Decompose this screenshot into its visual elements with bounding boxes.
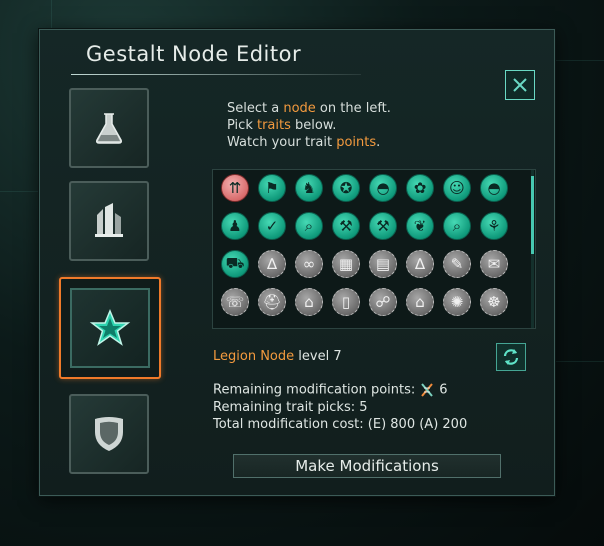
instruction-line-1: Select a node on the left. [227, 101, 391, 116]
trait-button[interactable]: ✪ [332, 174, 360, 202]
wheat-icon: ⚘ [487, 217, 501, 235]
trait-button[interactable]: ⚘ [480, 212, 508, 240]
glasses-icon: ∞ [302, 255, 316, 273]
speech-icon: ✉ [487, 255, 501, 273]
group-icon: ☍ [375, 293, 391, 311]
modification-points: Remaining modification points: 6 [213, 382, 448, 398]
trait-picks: Remaining trait picks: 5 [213, 400, 368, 415]
trait-grid-items: ⇈ ⚑ ♞ ✪ ◓ ✿ ☺ ◓ ♟ ✓ ⌕ ⚒ ⚒ ❦ ⌕ ⚘ ⛟ ∆ ∞ ▦ ▤ ∆ ✎ ✉ ☏ ⛑ ⌂ ▯ ☍ ⌂ ✺ ☸ [221, 174, 510, 316]
thumbs-up-icon: ✓ [265, 217, 279, 235]
trait-button[interactable]: ⇈ [221, 174, 249, 202]
instruction-line-3: Watch your trait points. [227, 135, 381, 150]
trait-button[interactable]: ⛟ [221, 250, 249, 278]
trait-button[interactable]: ⌂ [295, 288, 323, 316]
head-icon: ☺ [449, 179, 465, 197]
crowd-icon: ♟ [228, 217, 242, 235]
instructions: Select a node on the left. Pick traits b… [227, 100, 391, 151]
trait-button[interactable]: ◓ [369, 174, 397, 202]
cap-icon: ◓ [376, 179, 390, 197]
helmet-icon: ⛑ [262, 293, 282, 311]
trait-button[interactable]: ∞ [295, 250, 323, 278]
trait-button[interactable]: ▯ [332, 288, 360, 316]
trait-button[interactable]: ⚑ [258, 174, 286, 202]
cart-icon: ⛟ [225, 254, 245, 272]
pen-icon: ✎ [450, 255, 464, 273]
trait-button[interactable]: ✺ [443, 288, 471, 316]
compass-icon: ∆ [414, 255, 426, 273]
magnifier-icon: ⌕ [304, 217, 314, 235]
points-value: 6 [439, 382, 448, 398]
cap-icon: ◓ [487, 179, 501, 197]
leaf-icon: ❦ [413, 217, 427, 235]
node-button-flask[interactable] [69, 88, 149, 168]
building-icon [95, 203, 123, 237]
trait-button[interactable]: ✓ [258, 212, 286, 240]
house-icon: ⌂ [415, 293, 425, 311]
trait-button[interactable]: ▤ [369, 250, 397, 278]
trait-button[interactable]: ❦ [406, 212, 434, 240]
handshake-icon: ☸ [487, 293, 501, 311]
trait-button[interactable]: ♟ [221, 212, 249, 240]
node-name: Legion Node [213, 349, 295, 364]
node-button-building[interactable] [69, 181, 149, 261]
node-level: level 7 [294, 349, 342, 364]
hammers-icon: ⚒ [376, 217, 390, 235]
trait-button[interactable]: ⌂ [406, 288, 434, 316]
instruction-line-2: Pick traits below. [227, 118, 337, 133]
title-underline [71, 74, 361, 75]
refresh-button[interactable] [496, 343, 526, 371]
modification-cost: Total modification cost: (E) 800 (A) 200 [213, 417, 468, 432]
close-icon [513, 78, 527, 92]
bulb-icon: ✺ [450, 293, 464, 311]
node-info: Legion Node level 7 [213, 349, 342, 364]
trait-scrollbar-thumb[interactable] [531, 176, 534, 254]
background-frame [555, 60, 604, 362]
book-icon: ▤ [375, 255, 391, 273]
trait-button[interactable]: ☸ [480, 288, 508, 316]
trait-button[interactable]: ♞ [295, 174, 323, 202]
trait-grid: ⇈ ⚑ ♞ ✪ ◓ ✿ ☺ ◓ ♟ ✓ ⌕ ⚒ ⚒ ❦ ⌕ ⚘ ⛟ ∆ ∞ ▦ ▤ ∆ ✎ ✉ ☏ ⛑ ⌂ ▯ ☍ ⌂ ✺ ☸ [212, 169, 536, 329]
magnifier-icon: ⌕ [452, 217, 462, 235]
node-button-shield[interactable] [69, 394, 149, 474]
trait-button[interactable]: ▦ [332, 250, 360, 278]
bird-icon: ♞ [302, 179, 316, 197]
trait-button[interactable]: ◓ [480, 174, 508, 202]
phone-icon: ☏ [225, 293, 245, 311]
trait-button[interactable]: ∆ [258, 250, 286, 278]
refresh-icon [503, 349, 519, 365]
trait-button[interactable]: ⌕ [443, 212, 471, 240]
trait-button[interactable]: ✎ [443, 250, 471, 278]
trait-button[interactable]: ⌕ [295, 212, 323, 240]
trait-button[interactable]: ⚒ [369, 212, 397, 240]
shield-icon [95, 417, 123, 451]
compass-icon: ∆ [266, 255, 278, 273]
ribbon-icon: ✿ [413, 179, 427, 197]
trait-button[interactable]: ☺ [443, 174, 471, 202]
graduation-icon: ⌂ [304, 293, 314, 311]
trait-button[interactable]: ∆ [406, 250, 434, 278]
grid-icon: ▦ [338, 255, 354, 273]
medal-icon: ✪ [339, 179, 353, 197]
upgrade-arrows-icon: ⇈ [228, 179, 242, 197]
node-button-star-frame [70, 288, 150, 368]
gestalt-node-editor-window: Gestalt Node Editor Select a node on the… [39, 29, 555, 496]
star-icon [89, 309, 131, 346]
trait-button[interactable]: ☏ [221, 288, 249, 316]
trait-button[interactable]: ⚒ [332, 212, 360, 240]
runner-icon: ⚑ [265, 179, 279, 197]
close-button[interactable] [505, 70, 535, 100]
make-modifications-button[interactable]: Make Modifications [233, 454, 501, 478]
window-title: Gestalt Node Editor [86, 42, 302, 66]
flask-icon [96, 113, 122, 144]
trait-button[interactable]: ⛑ [258, 288, 286, 316]
trait-button[interactable]: ✉ [480, 250, 508, 278]
anvil-icon: ⚒ [339, 217, 353, 235]
points-label: Remaining modification points: [213, 382, 416, 398]
dna-icon [421, 383, 434, 397]
trait-button[interactable]: ☍ [369, 288, 397, 316]
trait-button[interactable]: ✿ [406, 174, 434, 202]
device-icon: ▯ [341, 293, 351, 311]
node-button-star[interactable] [59, 277, 161, 379]
